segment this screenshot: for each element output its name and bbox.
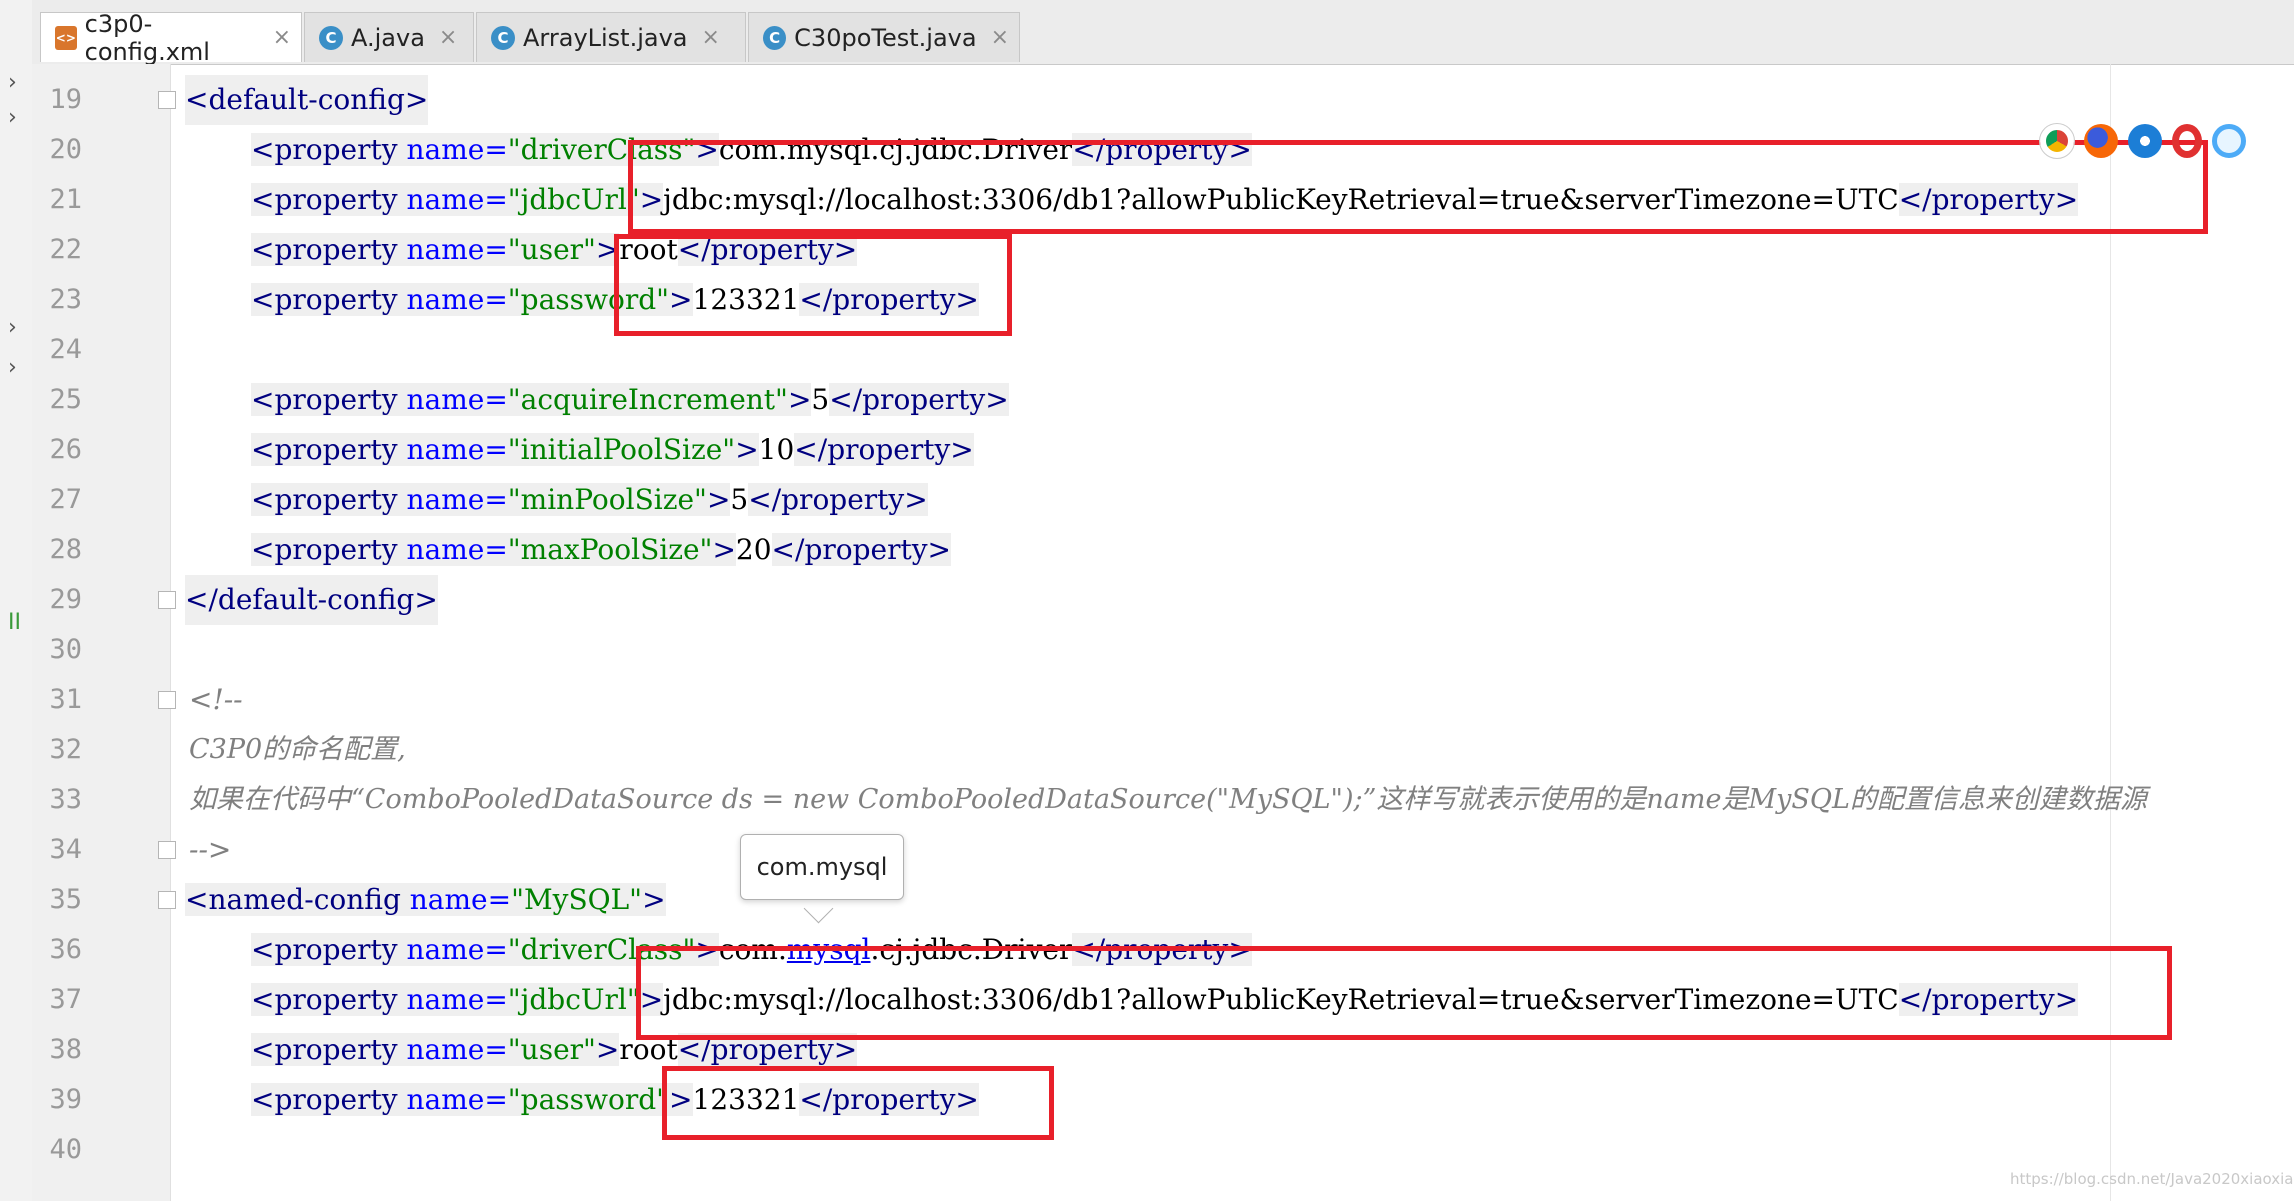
hover-tooltip: com.mysql xyxy=(740,834,904,900)
annotation-box xyxy=(636,946,2172,1040)
comment-line: <!-- xyxy=(189,683,243,716)
line-number: 32 xyxy=(49,734,82,765)
code-line: <property name="initialPoolSize">10</pro… xyxy=(251,433,974,466)
comment-line: C3P0的命名配置, xyxy=(189,734,406,765)
line-number: 36 xyxy=(49,934,82,965)
firefox-icon[interactable] xyxy=(2084,124,2118,158)
tab-label: C30poTest.java xyxy=(794,23,977,52)
annotation-box xyxy=(628,140,2208,234)
close-icon[interactable]: × xyxy=(273,25,291,50)
line-number: 34 xyxy=(49,834,82,865)
line-number: 40 xyxy=(49,1134,82,1165)
close-icon[interactable]: × xyxy=(702,25,720,50)
expand-arrow-icon[interactable]: › xyxy=(8,315,17,340)
ie-icon[interactable] xyxy=(2212,124,2246,158)
code-line: <default-config> xyxy=(185,75,429,125)
watermark: https://blog.csdn.net/Java2020xiaoxian xyxy=(2010,1170,2294,1188)
code-line: <named-config name="MySQL"> xyxy=(185,883,666,916)
tab-arraylist-java[interactable]: C ArrayList.java × xyxy=(476,12,746,62)
annotation-box xyxy=(614,234,1012,336)
line-number: 25 xyxy=(49,384,82,415)
left-tool-strip: › › › › II xyxy=(0,0,33,1201)
line-number: 24 xyxy=(49,334,82,365)
opera-icon[interactable] xyxy=(2172,124,2202,158)
line-number: 22 xyxy=(49,234,82,265)
code-line: <property name="acquireIncrement">5</pro… xyxy=(251,383,1009,416)
editor-tab-bar: <> c3p0-config.xml × C A.java × C ArrayL… xyxy=(32,0,2294,66)
line-number: 19 xyxy=(49,84,82,115)
close-icon[interactable]: × xyxy=(439,25,457,50)
java-class-icon: C xyxy=(319,25,343,50)
line-number: 26 xyxy=(49,434,82,465)
line-number: 38 xyxy=(49,1034,82,1065)
annotation-box xyxy=(662,1066,1054,1140)
code-line: <property name="minPoolSize">5</property… xyxy=(251,483,928,516)
tab-c30potest-java[interactable]: C C30poTest.java × xyxy=(748,12,1020,62)
line-number: 37 xyxy=(49,984,82,1015)
comment-line: --> xyxy=(189,833,232,866)
line-number: 31 xyxy=(49,684,82,715)
line-number: 30 xyxy=(49,634,82,665)
tab-a-java[interactable]: C A.java × xyxy=(304,12,474,62)
line-number: 23 xyxy=(49,284,82,315)
line-number-gutter: 19 20 21 22 23 24 25 26 27 28 29 30 31 3… xyxy=(32,64,176,1201)
line-number: 28 xyxy=(49,534,82,565)
expand-arrow-icon[interactable]: › xyxy=(8,105,17,130)
line-number: 21 xyxy=(49,184,82,215)
browser-preview-bar xyxy=(2039,118,2246,164)
tab-label: A.java xyxy=(351,23,425,52)
line-number: 20 xyxy=(49,134,82,165)
java-class-icon: C xyxy=(763,25,787,50)
comment-line: 如果在代码中“ComboPooledDataSource ds = new Co… xyxy=(189,784,2147,815)
tab-label: c3p0-config.xml xyxy=(84,9,210,66)
pause-icon[interactable]: II xyxy=(8,610,21,635)
line-number: 27 xyxy=(49,484,82,515)
java-class-icon: C xyxy=(491,25,515,50)
line-number: 39 xyxy=(49,1084,82,1115)
safari-icon[interactable] xyxy=(2128,124,2162,158)
tab-label: ArrayList.java xyxy=(523,23,688,52)
tab-c3p0-config-xml[interactable]: <> c3p0-config.xml × xyxy=(40,10,302,66)
line-number: 33 xyxy=(49,784,82,815)
line-number: 35 xyxy=(49,884,82,915)
code-line: <property name="maxPoolSize">20</propert… xyxy=(251,533,952,566)
expand-arrow-icon[interactable]: › xyxy=(8,70,17,95)
code-line: </default-config> xyxy=(185,575,438,625)
xml-file-icon: <> xyxy=(55,25,77,50)
line-number: 29 xyxy=(49,584,82,615)
close-icon[interactable]: × xyxy=(991,25,1009,50)
chrome-icon[interactable] xyxy=(2039,123,2075,159)
expand-arrow-icon[interactable]: › xyxy=(8,355,17,380)
